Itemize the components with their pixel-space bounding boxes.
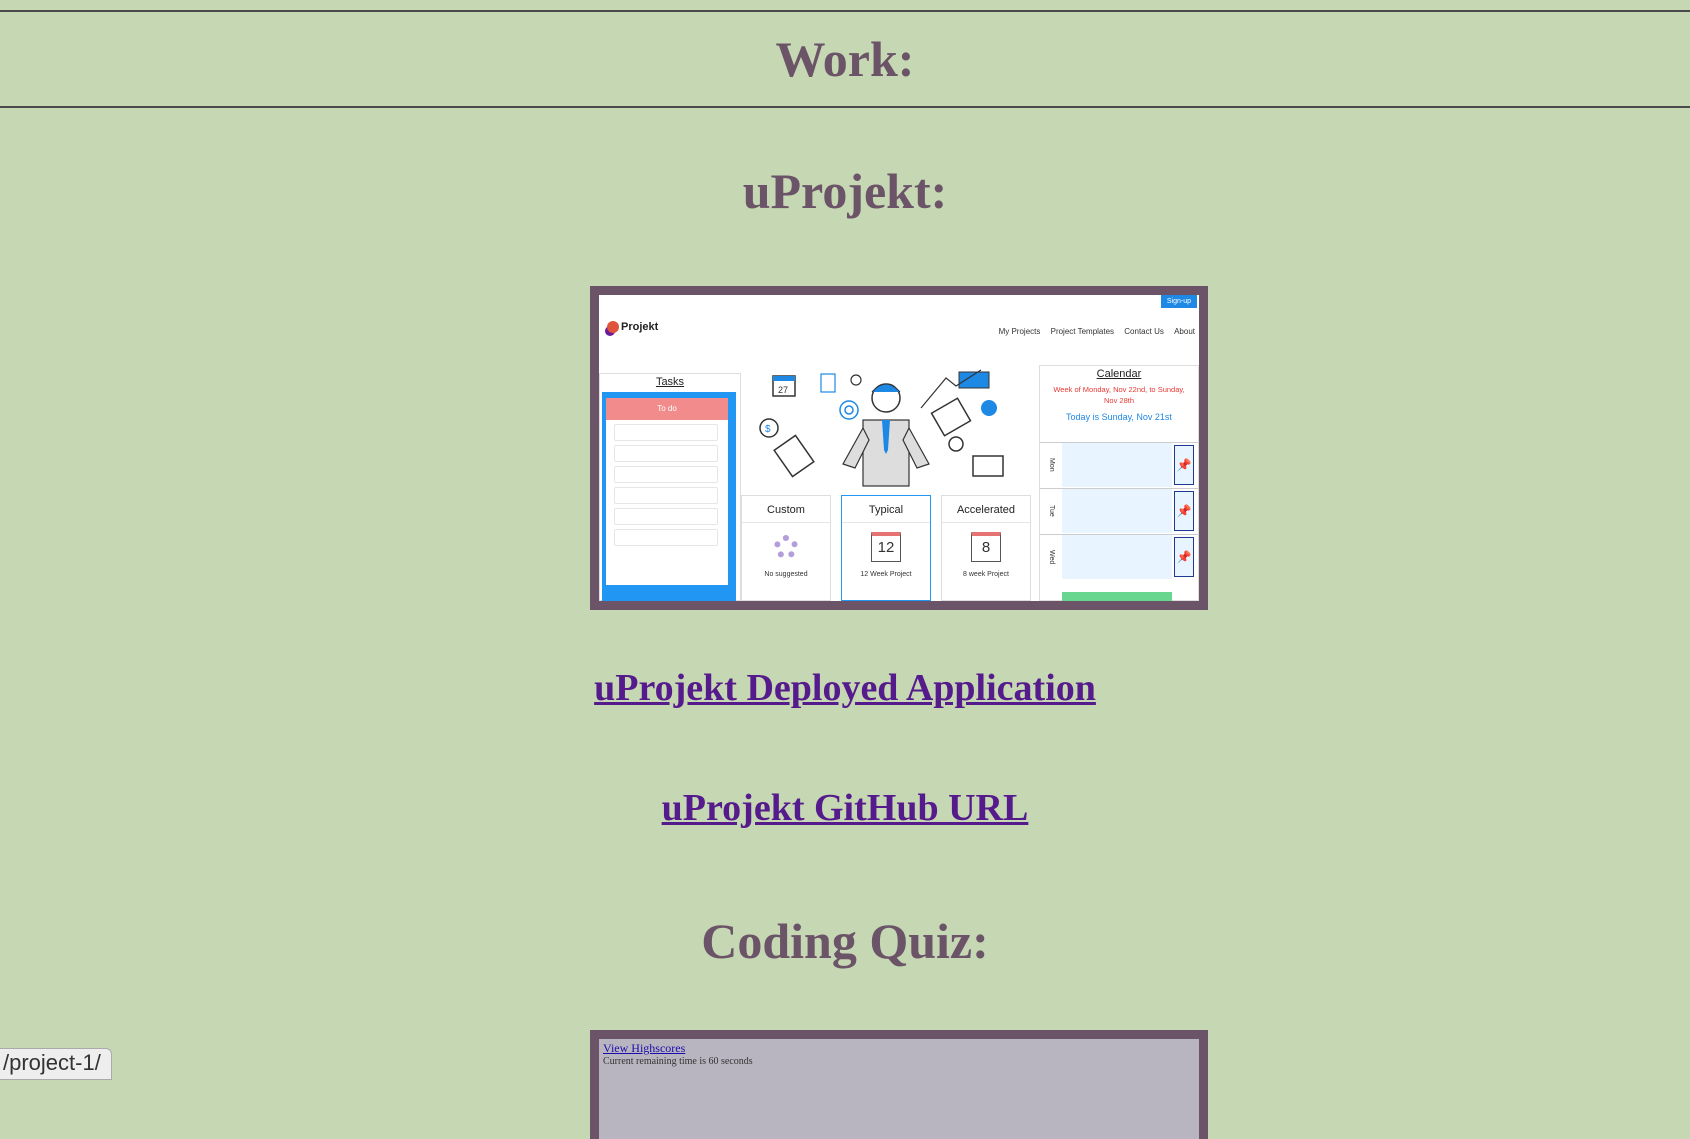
mock-template-cards: Custom No suggested Typical 12 12 Week P… [741,495,1031,601]
mock-calendar-panel: Calendar Week of Monday, Nov 22nd, to Su… [1039,365,1199,601]
mock-day-input [1062,443,1172,487]
status-bar-url: /project-1/ [0,1048,112,1080]
mock-timer-text: Current remaining time is 60 seconds [603,1056,753,1067]
mock-calendar-today: Today is Sunday, Nov 21st [1066,412,1172,422]
mock-day-input [1062,535,1172,579]
mock-todo-header: To do [606,398,728,420]
uprojekt-deployed-link[interactable]: uProjekt Deployed Application [594,667,1096,709]
logo-icon [607,321,619,334]
mock-day-label: Wed [1048,549,1055,565]
mock-tasks-title: Tasks [655,376,685,388]
uprojekt-github-link[interactable]: uProjekt GitHub URL [662,787,1029,829]
mock-todo-item [614,424,718,441]
pin-icon: 📌 [1174,537,1194,577]
mock-topbar: Sign-up Projekt My Projects Project Temp… [599,295,1199,357]
svg-text:$: $ [765,424,771,435]
work-heading: Work: [775,31,915,87]
mock-card-footer: 12 Week Project [860,571,912,578]
hero-calendar-number: 27 [778,385,788,395]
mock-signup-button: Sign-up [1160,295,1197,308]
gear-icon [774,535,798,559]
mock-nav-item: About [1174,327,1195,336]
mock-todo-item [614,445,718,462]
mock-todo-item [614,466,718,483]
calendar-icon: 8 [971,532,1001,562]
mock-calendar-highlight [1062,592,1172,601]
mock-todo-item [614,487,718,504]
mock-nav-item: Contact Us [1124,327,1164,336]
mock-card-footer: 8 week Project [963,571,1009,578]
mock-highscores-link: View Highscores [603,1041,686,1055]
uprojekt-screenshot-content: Sign-up Projekt My Projects Project Temp… [599,295,1199,601]
mock-card-accelerated: Accelerated 8 8 week Project [941,495,1031,601]
calendar-icon: 12 [871,532,901,562]
pin-icon: 📌 [1174,445,1194,485]
mock-logo-text: Projekt [621,321,659,333]
coding-quiz-screenshot-content: View Highscores Current remaining time i… [599,1039,1199,1139]
uprojekt-github-link-wrap: uProjekt GitHub URL [0,786,1690,830]
mock-card-title: Accelerated [942,496,1030,523]
mock-hero-illustration: 27 $ [741,365,1021,491]
mock-card-custom: Custom No suggested [741,495,831,601]
uprojekt-deployed-link-wrap: uProjekt Deployed Application [0,666,1690,710]
mock-nav-item: Project Templates [1050,327,1115,336]
businessman-illustration-icon: 27 $ [759,369,1004,487]
pin-icon: 📌 [1174,491,1194,531]
mock-nav: My Projects Project Templates Contact Us… [991,327,1195,336]
mock-card-title: Typical [842,496,930,523]
mock-day-label: Tue [1048,505,1055,517]
mock-card-title: Custom [742,496,830,523]
coding-quiz-screenshot: View Highscores Current remaining time i… [590,1030,1208,1139]
mock-todo-item [614,508,718,525]
mock-todo-item [614,529,718,546]
mock-logo: Projekt [607,321,659,334]
mock-calendar-day: Wed 📌 [1040,534,1198,579]
mock-calendar-title: Calendar [1096,368,1142,380]
mock-day-input [1062,489,1172,533]
mock-card-footer: No suggested [764,571,808,578]
mock-calendar-day: Tue 📌 [1040,488,1198,533]
mock-day-label: Mon [1048,458,1055,472]
uprojekt-title: uProjekt: [742,163,948,219]
coding-quiz-title: Coding Quiz: [701,913,989,969]
uprojekt-screenshot: Sign-up Projekt My Projects Project Temp… [590,286,1208,610]
mock-calendar-day: Mon 📌 [1040,442,1198,487]
work-banner: Work: [0,10,1690,108]
mock-card-typical: Typical 12 12 Week Project [841,495,931,601]
mock-tasks-panel: Tasks To do [599,373,741,601]
mock-calendar-week: Week of Monday, Nov 22nd, to Sunday, Nov… [1053,385,1185,405]
mock-nav-item: My Projects [998,327,1041,336]
mock-tasks-board: To do [602,392,736,601]
mock-todo-list [606,420,728,585]
